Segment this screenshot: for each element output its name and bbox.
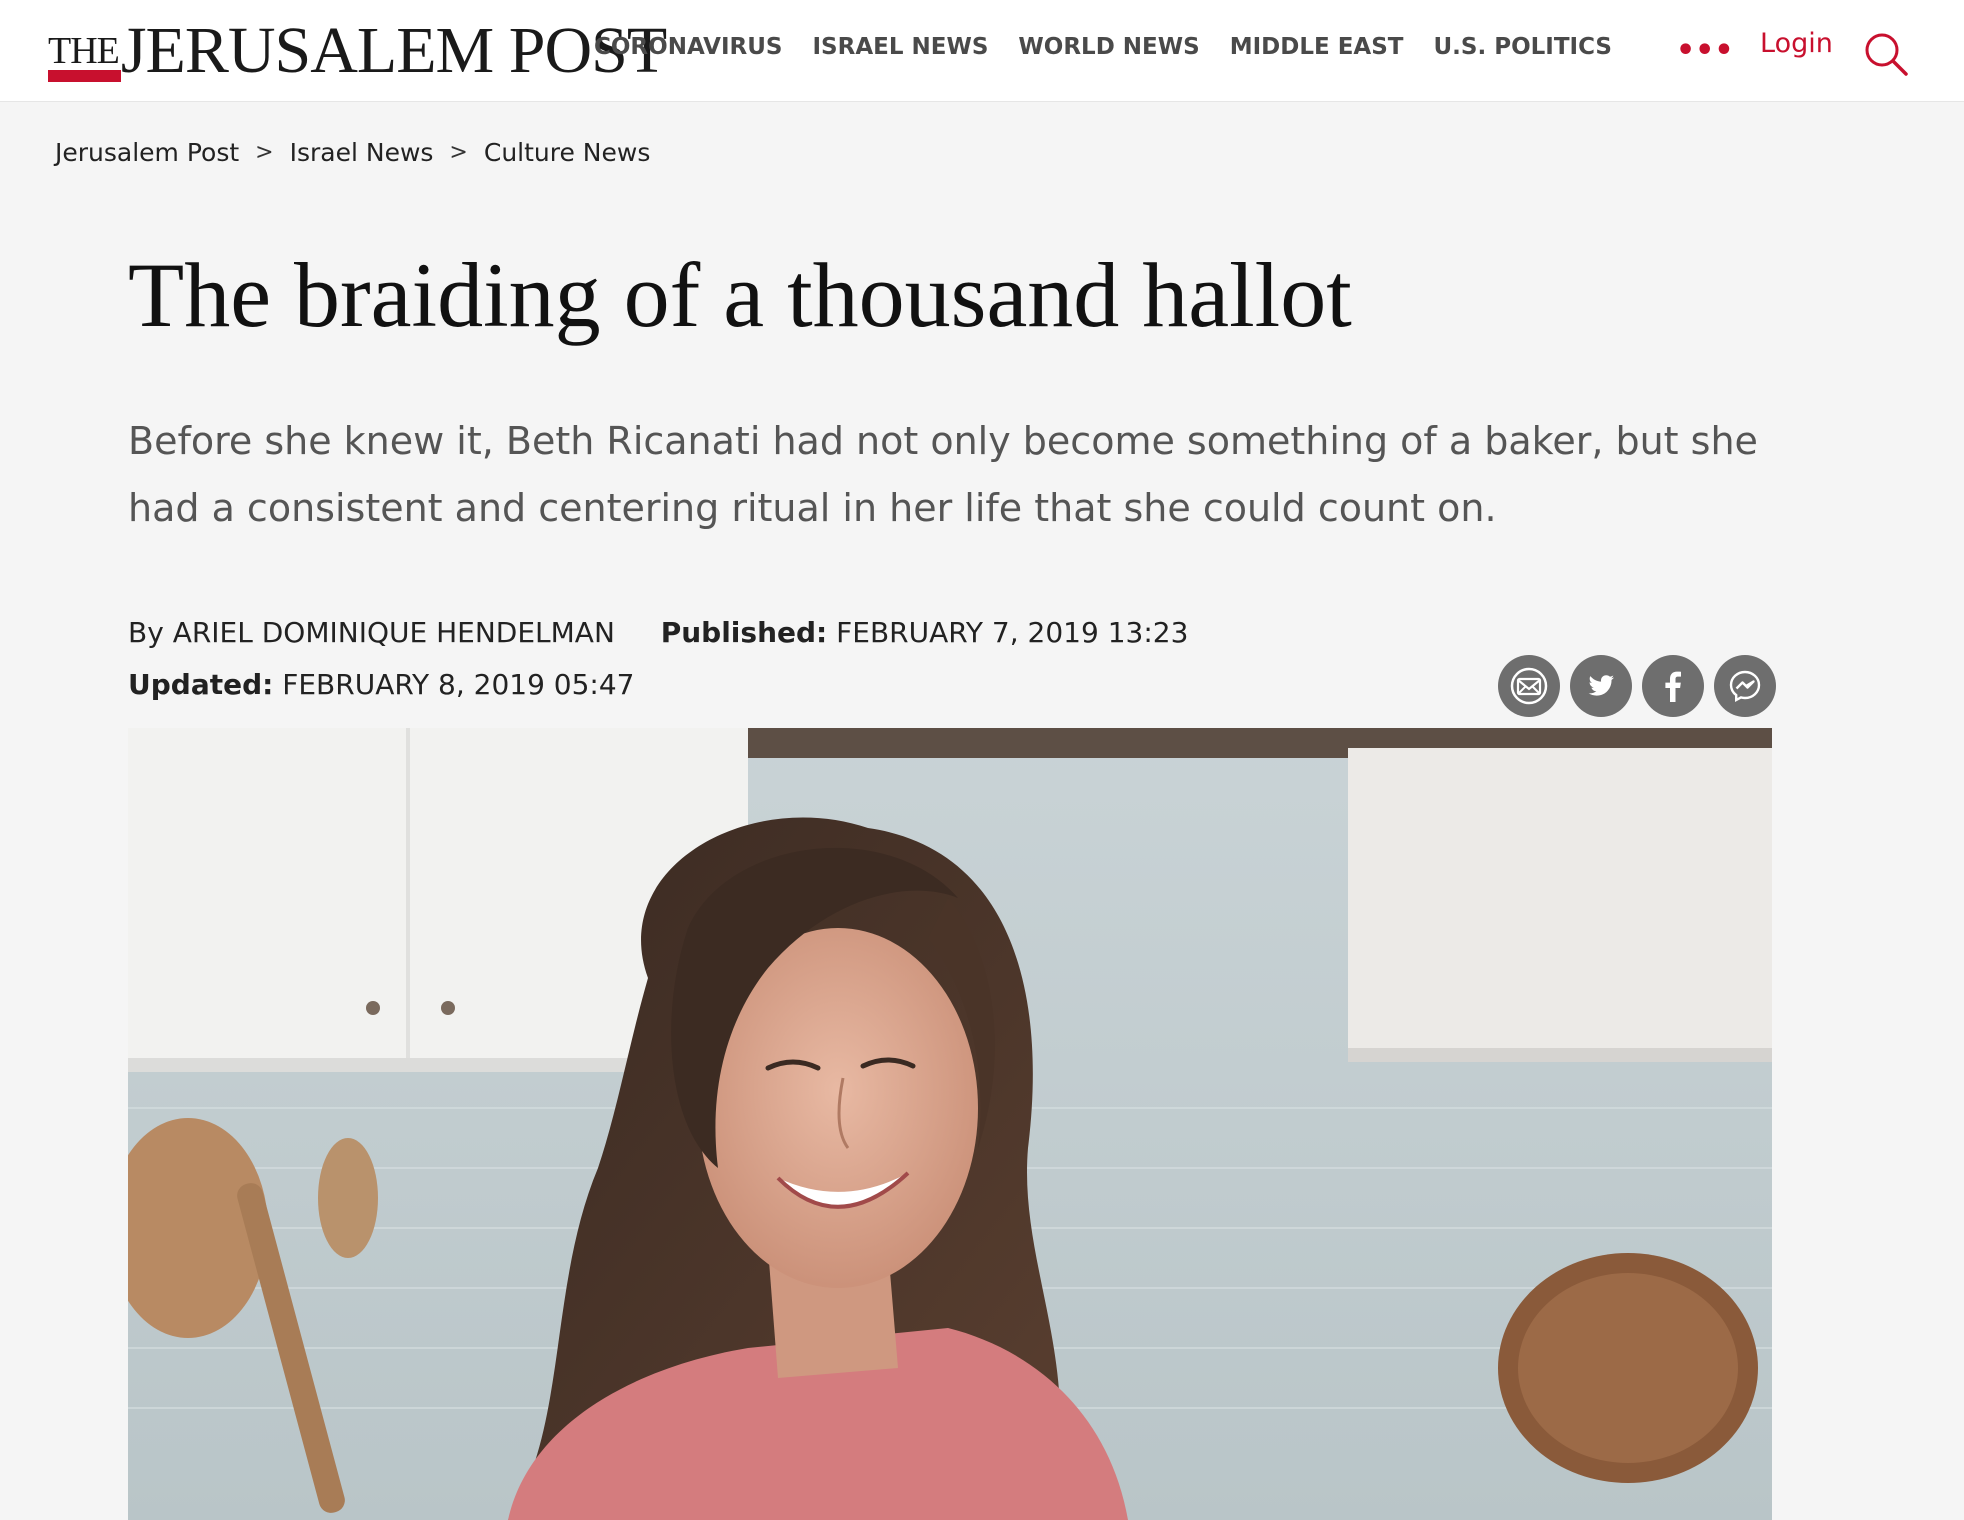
- messenger-icon[interactable]: [1714, 655, 1776, 717]
- site-header: THE JERUSALEM POST CORONAVIRUS ISRAEL NE…: [0, 0, 1964, 102]
- updated-date: FEBRUARY 8, 2019 05:47: [282, 668, 635, 701]
- breadcrumb-separator: >: [449, 140, 468, 165]
- breadcrumb-item-culture-news[interactable]: Culture News: [484, 138, 651, 167]
- site-logo[interactable]: THE JERUSALEM POST: [48, 12, 667, 88]
- breadcrumb: Jerusalem Post > Israel News > Culture N…: [55, 138, 650, 167]
- search-icon[interactable]: [1862, 30, 1910, 78]
- email-icon[interactable]: [1498, 655, 1560, 717]
- breadcrumb-item-israel-news[interactable]: Israel News: [290, 138, 434, 167]
- published-date: FEBRUARY 7, 2019 13:23: [836, 616, 1189, 649]
- nav-item-israel-news[interactable]: ISRAEL NEWS: [813, 34, 989, 60]
- updated-label: Updated:: [128, 668, 274, 701]
- updated-line: Updated: FEBRUARY 8, 2019 05:47: [128, 668, 635, 701]
- logo-red-bar: [48, 70, 121, 82]
- byline-prefix: By: [128, 616, 164, 649]
- author-name[interactable]: ARIEL DOMINIQUE HENDELMAN: [173, 616, 615, 649]
- byline: By ARIEL DOMINIQUE HENDELMAN Published: …: [128, 616, 1188, 649]
- article-subtitle: Before she knew it, Beth Ricanati had no…: [128, 419, 1758, 530]
- breadcrumb-separator: >: [255, 140, 274, 165]
- share-bar: [1498, 655, 1776, 717]
- logo-the: THE: [48, 32, 121, 88]
- nav-item-coronavirus[interactable]: CORONAVIRUS: [594, 34, 783, 60]
- main-nav: CORONAVIRUS ISRAEL NEWS WORLD NEWS MIDDL…: [594, 34, 1642, 60]
- nav-item-middle-east[interactable]: MIDDLE EAST: [1230, 34, 1404, 60]
- published-label: Published:: [660, 616, 828, 649]
- article-title: The braiding of a thousand hallot: [128, 244, 1352, 346]
- more-menu-icon[interactable]: •••: [1676, 36, 1734, 66]
- facebook-icon[interactable]: [1642, 655, 1704, 717]
- breadcrumb-item-jerusalem-post[interactable]: Jerusalem Post: [55, 138, 239, 167]
- nav-item-us-politics[interactable]: U.S. POLITICS: [1433, 34, 1611, 60]
- hero-image: [128, 728, 1772, 1520]
- twitter-icon[interactable]: [1570, 655, 1632, 717]
- logo-main: JERUSALEM POST: [120, 14, 667, 87]
- nav-item-world-news[interactable]: WORLD NEWS: [1018, 34, 1199, 60]
- login-link[interactable]: Login: [1760, 28, 1833, 59]
